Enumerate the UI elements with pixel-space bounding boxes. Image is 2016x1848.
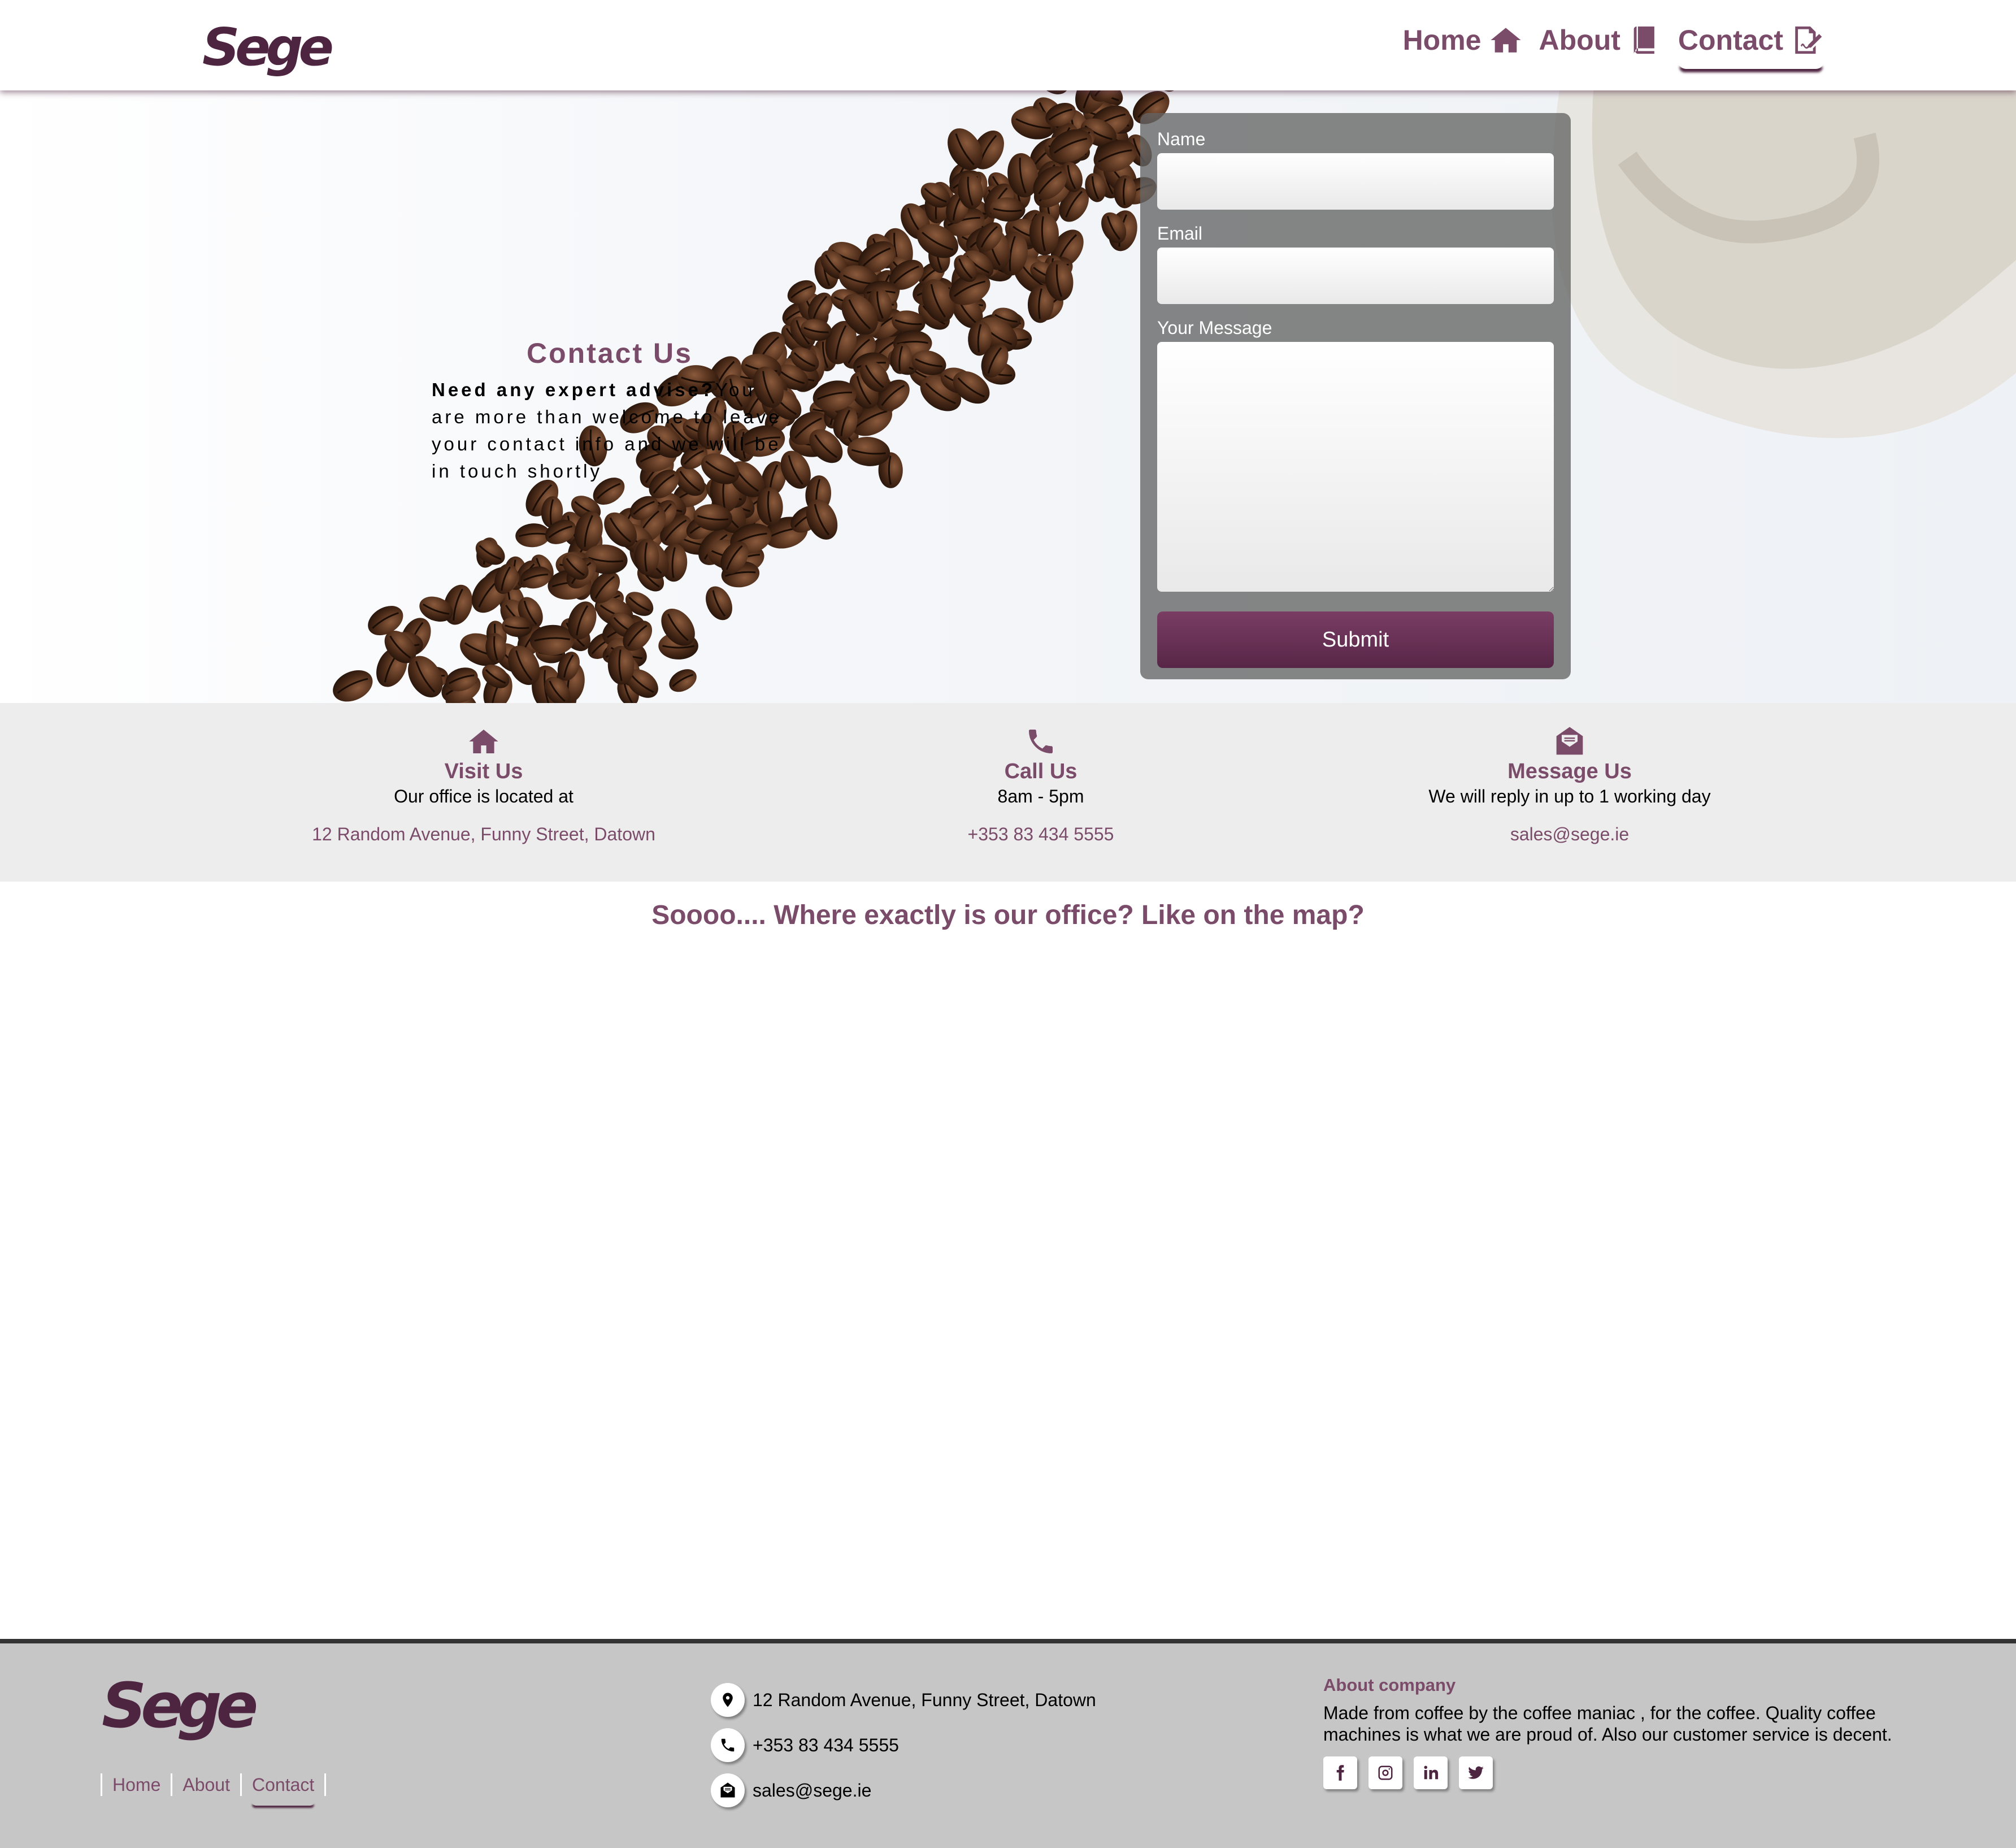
footer-contact: 12 Random Avenue, Funny Street, Datown +… (711, 1677, 1096, 1813)
contact-intro: Contact Us Need any expert advise?You ar… (432, 337, 788, 485)
contact-title: Contact Us (527, 337, 693, 369)
name-input[interactable] (1157, 153, 1554, 210)
email-input[interactable] (1157, 248, 1554, 304)
message-textarea[interactable] (1157, 342, 1554, 592)
coffee-bean (669, 669, 697, 692)
footer-address: 12 Random Avenue, Funny Street, Datown (753, 1689, 1096, 1710)
nav-link-label: Contact (1678, 24, 1783, 56)
footer-email[interactable]: sales@sege.ie (753, 1780, 871, 1801)
footer-address-row: 12 Random Avenue, Funny Street, Datown (711, 1677, 1096, 1723)
visit-us-subtitle: Our office is located at (394, 786, 573, 806)
envelope-open-icon (1556, 727, 1583, 755)
name-label: Name (1157, 129, 1206, 149)
address-link[interactable]: 12 Random Avenue, Funny Street, Datown (258, 824, 710, 845)
map-embed[interactable] (0, 955, 2016, 1639)
about-company-title: About company (1323, 1675, 1456, 1695)
footer-phone-row: +353 83 434 5555 (711, 1723, 1096, 1768)
footer-email-row: sales@sege.ie (711, 1768, 1096, 1813)
coffee-bean (333, 670, 373, 702)
hero-section: Contact Us Need any expert advise?You ar… (0, 90, 2016, 703)
social-links (1323, 1756, 1922, 1789)
coffee-beans-background (333, 90, 2016, 703)
instagram-icon[interactable] (1368, 1756, 1402, 1789)
phone-icon (1029, 730, 1053, 753)
message-us-block: Message Us We will reply in up to 1 work… (1344, 726, 1796, 845)
contact-lead: Need any expert advise? (432, 379, 716, 400)
navbar: Sege Home About Contact (0, 0, 2016, 90)
call-us-title: Call Us (1004, 760, 1077, 783)
footer-link-home[interactable]: Home (102, 1775, 171, 1795)
nav-link-contact[interactable]: Contact (1678, 24, 1824, 57)
main-nav: Home About Contact (1403, 24, 1824, 57)
home-icon (1490, 28, 1521, 53)
facebook-icon[interactable] (1323, 1756, 1357, 1789)
submit-button[interactable]: Submit (1157, 611, 1554, 668)
call-us-block: Call Us 8am - 5pm +353 83 434 5555 (815, 726, 1267, 845)
footer-nav: Home About Contact (101, 1773, 327, 1796)
coffee-bean (635, 539, 659, 575)
email-link[interactable]: sales@sege.ie (1344, 824, 1796, 845)
nav-link-label: Home (1402, 24, 1481, 56)
divider (324, 1773, 327, 1796)
map-title: Soooo.... Where exactly is our office? L… (651, 900, 1365, 930)
book-icon (1633, 26, 1654, 54)
map-pin-icon (711, 1683, 745, 1717)
phone-icon (711, 1728, 745, 1762)
message-us-title: Message Us (1507, 760, 1632, 783)
contact-info-strip: Visit Us Our office is located at 12 Ran… (0, 703, 2016, 882)
nav-link-home[interactable]: Home (1403, 24, 1522, 57)
signature-icon (1795, 26, 1822, 54)
message-us-subtitle: We will reply in up to 1 working day (1428, 786, 1711, 806)
message-label: Your Message (1157, 318, 1272, 338)
coffee-bean (1034, 90, 1070, 94)
email-label: Email (1157, 223, 1203, 244)
brand-logo[interactable]: Sege (202, 17, 334, 77)
nav-link-about[interactable]: About (1539, 24, 1661, 57)
contact-form: Name Email Your Message Submit (1140, 113, 1571, 679)
visit-us-block: Visit Us Our office is located at 12 Ran… (258, 726, 710, 845)
coffee-bean (706, 586, 732, 621)
footer-link-contact[interactable]: Contact (242, 1775, 324, 1795)
linkedin-icon[interactable] (1414, 1756, 1448, 1789)
nav-link-label: About (1539, 24, 1620, 56)
contact-description: Need any expert advise?You are more than… (432, 376, 788, 485)
twitter-icon[interactable] (1459, 1756, 1493, 1789)
envelope-open-icon (711, 1773, 745, 1807)
footer-about: About company Made from coffee by the co… (1323, 1675, 1922, 1789)
footer-link-about[interactable]: About (172, 1775, 240, 1795)
footer-logo[interactable]: Sege (102, 1669, 258, 1742)
home-icon (469, 730, 498, 753)
about-company-text: Made from coffee by the coffee maniac , … (1323, 1703, 1892, 1745)
footer-phone[interactable]: +353 83 434 5555 (753, 1735, 899, 1756)
call-us-subtitle: 8am - 5pm (997, 786, 1084, 806)
footer: Sege Home About Contact 12 Random Avenue… (0, 1639, 2016, 1848)
visit-us-title: Visit Us (444, 760, 523, 783)
phone-link[interactable]: +353 83 434 5555 (815, 824, 1267, 845)
